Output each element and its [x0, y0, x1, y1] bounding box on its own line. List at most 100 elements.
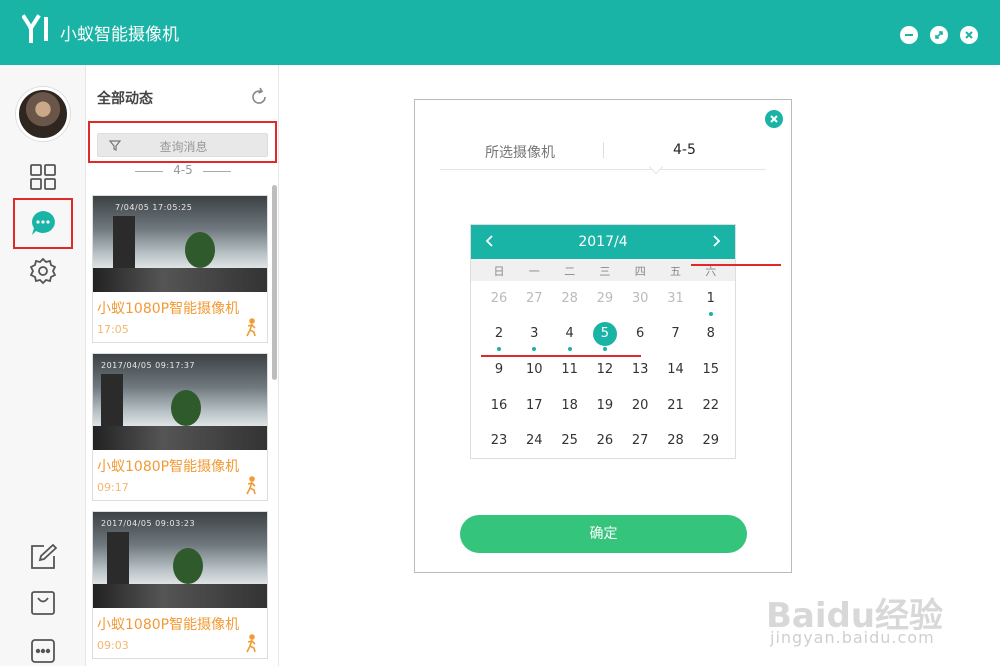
camera-name: 小蚁1080P智能摄像机 [97, 617, 240, 633]
event-thumbnail[interactable]: 7/04/05 17:05:25 [93, 196, 267, 292]
watermark-url: jingyan.baidu.com [770, 628, 935, 647]
weekday-label: 一 [528, 265, 540, 278]
calendar-day[interactable]: 8 [693, 326, 729, 341]
calendar-day[interactable]: 14 [658, 362, 694, 377]
watermark: Baidu经验 jingyan.baidu.com [766, 588, 996, 658]
minimize-button[interactable] [900, 26, 918, 44]
event-dot [497, 347, 501, 351]
title-bar: 小蚁智能摄像机 [0, 0, 1000, 65]
nav-edit[interactable] [26, 540, 60, 574]
calendar-day[interactable]: 6 [622, 326, 658, 341]
calendar-day[interactable]: 22 [693, 398, 729, 413]
yi-logo-icon [22, 14, 48, 43]
left-nav [0, 65, 86, 666]
calendar-day[interactable]: 21 [658, 398, 694, 413]
calendar-day[interactable]: 13 [622, 362, 658, 377]
weekday-label: 三 [599, 265, 611, 278]
app-title: 小蚁智能摄像机 [60, 25, 179, 45]
calendar-day[interactable]: 2 [481, 326, 517, 341]
calendar-day[interactable]: 5 [587, 326, 623, 341]
chevron-right-icon[interactable] [707, 232, 725, 250]
weekday-label: 日 [493, 265, 505, 278]
thumbnail-timestamp: 7/04/05 17:05:25 [115, 203, 193, 212]
motion-person-icon [246, 476, 256, 495]
calendar-day[interactable]: 9 [481, 362, 517, 377]
event-dot [567, 347, 572, 351]
bag-icon [31, 591, 55, 615]
minimize-icon [905, 34, 913, 36]
restore-icon [935, 31, 943, 39]
calendar-day[interactable]: 15 [693, 362, 729, 377]
thumbnail-timestamp: 2017/04/05 09:03:23 [101, 519, 196, 528]
calendar-day[interactable]: 25 [552, 433, 588, 448]
more-icon [31, 639, 55, 663]
calendar-day[interactable]: 30 [622, 291, 658, 306]
calendar-day[interactable]: 4 [552, 326, 588, 341]
feed-title: 全部动态 [97, 91, 153, 107]
list-item[interactable]: 2017/04/05 09:17:37 小蚁1080P智能摄像机 09:17 [92, 353, 268, 501]
list-item[interactable]: 7/04/05 17:05:25 小蚁1080P智能摄像机 17:05 [92, 195, 268, 343]
calendar-day[interactable]: 27 [622, 433, 658, 448]
dialog-tabs: 所选摄像机 4-5 [440, 136, 766, 170]
calendar: 2017/4 日一二三四五六 26 27 28 29 30 31 1 2 3 4 5 6 7 8 9 10 11… [470, 224, 781, 459]
annotation-underline [481, 355, 641, 357]
tab-date[interactable]: 4-5 [673, 142, 696, 158]
calendar-day[interactable]: 23 [481, 433, 517, 448]
calendar-day[interactable]: 26 [587, 433, 623, 448]
highlight-box-messages [13, 198, 73, 249]
close-icon [965, 31, 973, 39]
calendar-day[interactable]: 19 [587, 398, 623, 413]
nav-devices[interactable] [26, 160, 60, 194]
calendar-day[interactable]: 29 [693, 433, 729, 448]
calendar-day[interactable]: 18 [552, 398, 588, 413]
event-thumbnail[interactable]: 2017/04/05 09:17:37 [93, 354, 267, 450]
date-separator: 4-5 [135, 163, 231, 177]
calendar-day[interactable]: 20 [622, 398, 658, 413]
refresh-icon[interactable] [249, 87, 269, 107]
event-dot [708, 312, 713, 316]
calendar-day[interactable]: 16 [481, 398, 517, 413]
calendar-day[interactable]: 17 [516, 398, 552, 413]
avatar[interactable] [16, 87, 70, 141]
restore-button[interactable] [930, 26, 948, 44]
calendar-day[interactable]: 3 [516, 326, 552, 341]
weekday-label: 五 [670, 265, 681, 278]
calendar-day[interactable]: 7 [658, 326, 694, 341]
motion-person-icon [246, 634, 256, 653]
calendar-day[interactable]: 10 [516, 362, 552, 377]
calendar-day[interactable]: 26 [481, 291, 517, 306]
calendar-day[interactable]: 1 [693, 291, 729, 306]
close-dialog-button[interactable] [765, 110, 783, 128]
event-time: 09:17 [97, 481, 129, 494]
list-item[interactable]: 2017/04/05 09:03:23 小蚁1080P智能摄像机 09:03 [92, 511, 268, 659]
nav-settings[interactable] [26, 254, 60, 288]
feed-scrollbar[interactable] [272, 185, 277, 380]
calendar-day[interactable]: 12 [587, 362, 623, 377]
nav-shop[interactable] [26, 586, 60, 620]
calendar-day[interactable]: 11 [552, 362, 588, 377]
calendar-day[interactable]: 31 [658, 291, 694, 306]
event-thumbnail[interactable]: 2017/04/05 09:03:23 [93, 512, 267, 608]
confirm-button[interactable]: 确定 [460, 515, 747, 553]
camera-name: 小蚁1080P智能摄像机 [97, 459, 240, 475]
weekday-row: 日一二三四五六 [471, 259, 735, 281]
close-icon [770, 115, 778, 123]
calendar-day[interactable]: 27 [516, 291, 552, 306]
highlight-box-search [88, 121, 277, 163]
calendar-header: 2017/4 [471, 225, 735, 259]
tab-camera[interactable]: 所选摄像机 [485, 142, 555, 162]
calendar-day[interactable]: 28 [552, 291, 588, 306]
close-window-button[interactable] [960, 26, 978, 44]
grid-icon [30, 164, 56, 190]
event-time: 17:05 [97, 323, 129, 336]
calendar-day[interactable]: 28 [658, 433, 694, 448]
event-dot [532, 347, 537, 351]
annotation-underline [691, 264, 781, 266]
nav-more[interactable] [26, 634, 60, 668]
calendar-month: 2017/4 [578, 234, 628, 250]
event-dot [602, 347, 607, 351]
calendar-day[interactable]: 24 [516, 433, 552, 448]
thumbnail-timestamp: 2017/04/05 09:17:37 [101, 361, 196, 370]
date-picker-dialog: 所选摄像机 4-5 2017/4 日一二三四五六 26 27 28 29 30 31 1 2 3… [414, 99, 792, 573]
calendar-day[interactable]: 29 [587, 291, 623, 306]
